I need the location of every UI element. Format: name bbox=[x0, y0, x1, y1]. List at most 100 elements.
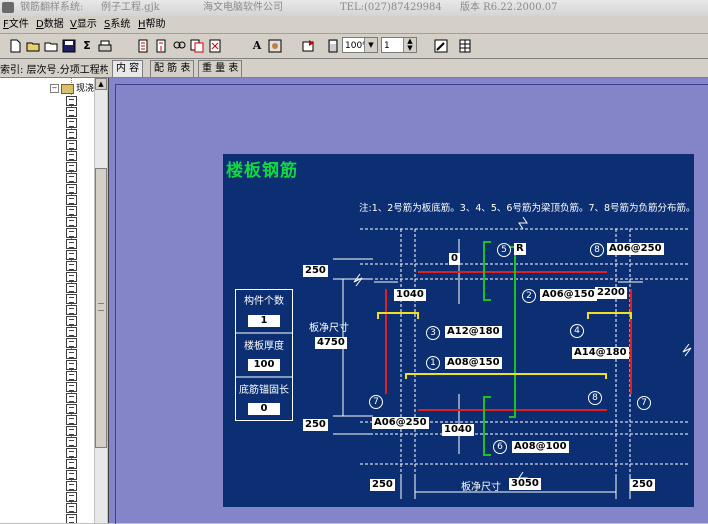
tree-item-icon[interactable] bbox=[66, 514, 77, 523]
tree-item-icon[interactable] bbox=[66, 96, 77, 106]
new-file-icon[interactable] bbox=[6, 37, 24, 55]
tab-content[interactable]: 内 容 bbox=[112, 60, 144, 77]
tree-item-icon[interactable] bbox=[66, 492, 77, 502]
table-caption: 构件个数 bbox=[244, 296, 284, 307]
menu-data[interactable]: D数据 bbox=[36, 18, 64, 31]
tree-item-icon[interactable] bbox=[66, 151, 77, 161]
zoom-select[interactable]: 100% ▼ bbox=[342, 37, 378, 53]
tree-item-icon[interactable] bbox=[66, 338, 77, 348]
bar-number: 8 bbox=[588, 391, 602, 405]
spinner-arrows-icon[interactable]: ▲ ▼ bbox=[403, 38, 416, 52]
sum-icon[interactable]: Σ bbox=[78, 37, 96, 55]
menu-file[interactable]: F文件 bbox=[3, 18, 29, 31]
tree-item-icon[interactable] bbox=[66, 107, 77, 117]
bar-number: 5 bbox=[497, 243, 511, 257]
tree-item-icon[interactable] bbox=[66, 404, 77, 414]
bar-label: A06@250 bbox=[372, 417, 429, 429]
window-title-company: 海文电脑软件公司 bbox=[203, 2, 283, 13]
tree-item-icon[interactable] bbox=[66, 415, 77, 425]
drawing-note: 注:1、2号筋为板底筋。3、4、5、6号筋为梁顶负筋。7、8号筋为负筋分布筋。 bbox=[359, 203, 694, 214]
tree-item-icon[interactable] bbox=[66, 250, 77, 260]
calculator-icon[interactable] bbox=[324, 37, 342, 55]
picture-icon[interactable] bbox=[266, 37, 284, 55]
find-icon[interactable] bbox=[170, 37, 188, 55]
tree-item-icon[interactable] bbox=[66, 283, 77, 293]
net-size-label-vertical: 板净尺寸 bbox=[309, 323, 349, 334]
edit-icon[interactable] bbox=[432, 37, 450, 55]
bar-label: A06@150 bbox=[540, 289, 597, 301]
tree-item-icon[interactable] bbox=[66, 206, 77, 216]
font-icon[interactable]: A bbox=[248, 37, 266, 55]
dim-right-2200: 2200 bbox=[595, 287, 627, 299]
chevron-down-icon[interactable]: ▼ bbox=[364, 38, 377, 52]
grid-icon[interactable] bbox=[456, 37, 474, 55]
tree-item-icon[interactable] bbox=[66, 184, 77, 194]
tree-item-icon[interactable] bbox=[66, 459, 77, 469]
tree-item-icon[interactable] bbox=[66, 360, 77, 370]
tree-item-icon[interactable] bbox=[66, 162, 77, 172]
tree-item-icon[interactable] bbox=[66, 305, 77, 315]
tree-view[interactable]: − 现浇 bbox=[0, 78, 95, 523]
index-label: 索引: 层次号.分项工程构件 bbox=[0, 65, 108, 76]
tree-item-icon[interactable] bbox=[66, 349, 77, 359]
menu-help[interactable]: H帮助 bbox=[138, 18, 166, 31]
table-caption: 底筋锚固长 bbox=[239, 385, 289, 396]
table-value: 1 bbox=[248, 315, 280, 327]
tree-item-icon[interactable] bbox=[66, 371, 77, 381]
bar-label: R bbox=[514, 243, 526, 255]
dim-left-250: 250 bbox=[370, 479, 395, 491]
dim-left-1040: 1040 bbox=[394, 289, 426, 301]
menu-view[interactable]: V显示 bbox=[70, 18, 97, 31]
tree-item-icon[interactable] bbox=[66, 316, 77, 326]
tab-rebar-table[interactable]: 配 筋 表 bbox=[150, 60, 195, 77]
tree-item-icon[interactable] bbox=[66, 140, 77, 150]
tree-item-icon[interactable] bbox=[66, 129, 77, 139]
bar-number: 2 bbox=[522, 289, 536, 303]
tree-item-icon[interactable] bbox=[66, 217, 77, 227]
export-icon[interactable] bbox=[300, 37, 318, 55]
tab-weight-table[interactable]: 重 量 表 bbox=[198, 60, 243, 77]
page-spinner[interactable]: 1 ▲ ▼ bbox=[381, 37, 417, 53]
scroll-thumb[interactable] bbox=[95, 168, 107, 448]
tree-item-icon[interactable] bbox=[66, 470, 77, 480]
bar-label: A08@150 bbox=[445, 357, 502, 369]
tree-item-icon[interactable] bbox=[66, 503, 77, 513]
open-folder-icon[interactable] bbox=[24, 37, 42, 55]
menu-system[interactable]: S系统 bbox=[104, 18, 130, 31]
save-icon[interactable] bbox=[60, 37, 78, 55]
bar-number: 4 bbox=[570, 324, 584, 338]
dim-top-250: 250 bbox=[303, 265, 328, 277]
bar-number: 6 bbox=[493, 440, 507, 454]
tree-item-icon[interactable] bbox=[66, 448, 77, 458]
bar-number: 8 bbox=[590, 243, 604, 257]
delete-icon[interactable] bbox=[206, 37, 224, 55]
tree-item-icon[interactable] bbox=[66, 261, 77, 271]
tree-root[interactable]: − 现浇 bbox=[50, 81, 94, 94]
copy-icon[interactable] bbox=[188, 37, 206, 55]
tree-item-icon[interactable] bbox=[66, 327, 77, 337]
tree-item-icon[interactable] bbox=[66, 118, 77, 128]
table-caption: 楼板厚度 bbox=[244, 341, 284, 352]
tree-item-icon[interactable] bbox=[66, 228, 77, 238]
tree-item-icon[interactable] bbox=[66, 173, 77, 183]
tree-item-icon[interactable] bbox=[66, 239, 77, 249]
tree-item-icon[interactable] bbox=[66, 393, 77, 403]
tree-scrollbar[interactable]: ▲ bbox=[94, 78, 107, 523]
tree-item-icon[interactable] bbox=[66, 382, 77, 392]
tree-item-icon[interactable] bbox=[66, 272, 77, 282]
append-row-icon[interactable] bbox=[152, 37, 170, 55]
insert-row-icon[interactable] bbox=[134, 37, 152, 55]
tree-item-icon[interactable] bbox=[66, 195, 77, 205]
tree-item-icon[interactable] bbox=[66, 437, 77, 447]
tree-item-icon[interactable] bbox=[66, 481, 77, 491]
window-title-tel: TEL:(027)87429984 bbox=[340, 2, 442, 13]
scroll-up-icon[interactable]: ▲ bbox=[95, 78, 107, 90]
window-title-version: 版本 R6.22.2000.07 bbox=[460, 2, 558, 13]
tree-item-icon[interactable] bbox=[66, 426, 77, 436]
print-icon[interactable] bbox=[96, 37, 114, 55]
menu-bar: F文件 D数据 V显示 S系统 H帮助 bbox=[0, 16, 708, 34]
open-icon[interactable] bbox=[42, 37, 60, 55]
tree-item-icon[interactable] bbox=[66, 294, 77, 304]
bar-number: 7 bbox=[637, 396, 651, 410]
collapse-icon[interactable]: − bbox=[50, 84, 59, 93]
